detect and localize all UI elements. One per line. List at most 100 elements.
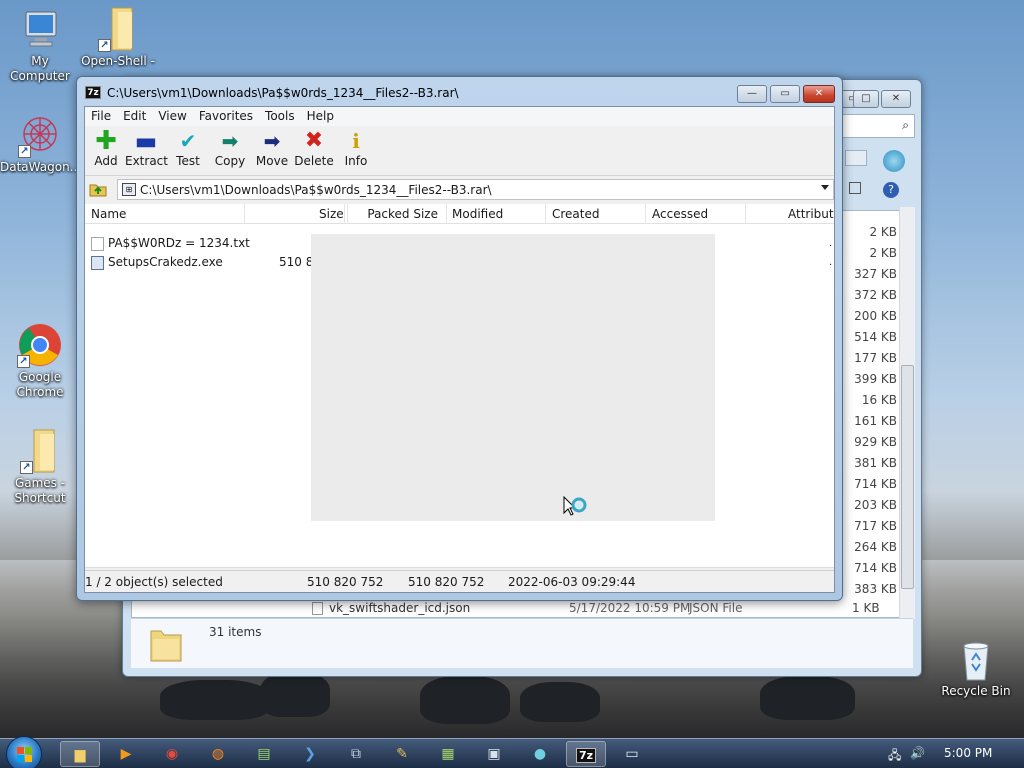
explorer-maximize-button[interactable]: □: [853, 90, 879, 108]
explorer-size-cell: 16 KB: [861, 393, 897, 407]
taskbar-window-switcher[interactable]: ▦: [428, 741, 468, 767]
add-button[interactable]: ✚ Add: [85, 126, 127, 173]
datawagon-icon: ↗: [18, 112, 62, 158]
paint-icon: ✎: [396, 746, 408, 762]
taskbar-powershell[interactable]: ❯: [290, 741, 330, 767]
extract-button[interactable]: ▬ Extract: [125, 129, 168, 173]
info-button[interactable]: i Info: [335, 129, 377, 173]
scrollbar-thumb[interactable]: [901, 365, 914, 589]
wallpaper-rock: [420, 676, 510, 724]
taskbar-media-player[interactable]: ▶: [106, 741, 146, 767]
copy-arrow-icon: ➡: [221, 129, 239, 153]
close-button[interactable]: ✕: [803, 85, 835, 103]
column-header-name[interactable]: Name: [85, 204, 245, 224]
layout-icon[interactable]: [849, 182, 861, 194]
explorer-search-input[interactable]: ⌕: [841, 114, 915, 138]
column-header-attributes[interactable]: Attribute: [782, 204, 834, 224]
menu-edit[interactable]: Edit: [117, 107, 152, 126]
column-header-modified[interactable]: Modified: [446, 204, 546, 224]
recycle-bin-icon: [958, 638, 994, 682]
move-arrow-icon: ➡: [263, 129, 281, 153]
chrome-icon: ◉: [165, 746, 179, 762]
exe-file-icon: [91, 256, 104, 270]
windows-icon: ▦: [441, 746, 455, 762]
selection-size: 510 820 752: [307, 575, 384, 589]
wallpaper-rock: [160, 680, 270, 720]
taskbar-7zip[interactable]: 7z: [566, 741, 606, 767]
copy-label: Copy: [214, 154, 246, 168]
plus-icon: ✚: [95, 126, 117, 156]
preview-pane-icon[interactable]: [845, 150, 867, 166]
desktop-icon-games-shortcut[interactable]: ↗ Games - Shortcut: [0, 428, 80, 506]
system-tray: 🖧 🔊 5:00 PM: [874, 739, 1024, 768]
menu-file[interactable]: File: [85, 107, 117, 126]
media-player-icon: ▶: [120, 746, 132, 762]
volume-icon[interactable]: 🔊: [910, 746, 925, 760]
explorer-close-button[interactable]: ✕: [881, 90, 911, 108]
address-input[interactable]: ⊞ C:\Users\vm1\Downloads\Pa$$w0rds_1234_…: [117, 179, 834, 200]
file-name: SetupsCrakedz.exe: [108, 255, 223, 269]
minimize-button[interactable]: —: [737, 85, 767, 103]
desktop-icon-label: DataWagon...: [0, 160, 82, 174]
up-folder-button[interactable]: [89, 180, 107, 198]
taskbar-notepad[interactable]: ▤: [244, 741, 284, 767]
column-header-packed-size[interactable]: Packed Size: [347, 204, 447, 224]
folder-icon: ▆: [74, 747, 86, 763]
7zip-window[interactable]: 7z C:\Users\vm1\Downloads\Pa$$w0rds_1234…: [76, 76, 843, 601]
copy-button[interactable]: ➡ Copy: [209, 129, 251, 173]
taskbar-window[interactable]: ▭: [612, 741, 652, 767]
taskbar-calculator[interactable]: ▣: [474, 741, 514, 767]
busy-cursor-icon: [563, 495, 593, 526]
menu-tools[interactable]: Tools: [259, 107, 301, 126]
extract-label: Extract: [125, 154, 168, 168]
column-header-accessed[interactable]: Accessed: [646, 204, 746, 224]
explorer-size-cell: 399 KB: [854, 372, 897, 386]
file-size: 1 KB: [852, 601, 880, 615]
add-label: Add: [94, 154, 118, 168]
desktop-icon-datawagon[interactable]: ↗ DataWagon...: [0, 112, 82, 175]
help-icon[interactable]: ?: [883, 182, 899, 198]
menu-bar: File Edit View Favorites Tools Help: [85, 107, 834, 126]
column-header-created[interactable]: Created: [546, 204, 646, 224]
shortcut-arrow-icon: ↗: [18, 145, 31, 158]
menu-favorites[interactable]: Favorites: [193, 107, 259, 126]
explorer-size-cell: 717 KB: [854, 519, 897, 533]
desktop-icon-open-shell[interactable]: ↗ Open-Shell -: [78, 6, 158, 69]
table-row[interactable]: vk_swiftshader_icd.json 5/17/2022 10:59 …: [309, 600, 899, 618]
checkmark-icon: ✔: [179, 129, 197, 153]
wallpaper-rock: [760, 676, 855, 720]
attribute-marker: .: [829, 257, 833, 268]
taskbar-explorer[interactable]: ▆: [60, 741, 100, 767]
chevron-down-icon[interactable]: [821, 185, 829, 190]
explorer-size-cell: 2 KB: [869, 246, 897, 260]
desktop-icon-google-chrome[interactable]: ↗ Google Chrome: [0, 322, 80, 400]
7zip-icon: 7z: [575, 748, 597, 763]
clock[interactable]: 5:00 PM: [944, 746, 992, 760]
archive-icon: ⊞: [122, 183, 136, 196]
desktop-icon-recycle-bin[interactable]: Recycle Bin: [936, 638, 1016, 699]
taskbar-firefox[interactable]: ◍: [198, 741, 238, 767]
desktop-icon-my-computer[interactable]: My Computer: [0, 8, 80, 84]
explorer-size-cell: 264 KB: [854, 540, 897, 554]
desktop-icon-label: Games - Shortcut: [14, 476, 66, 505]
start-button[interactable]: [6, 736, 42, 768]
menu-help[interactable]: Help: [301, 107, 340, 126]
menu-view[interactable]: View: [152, 107, 192, 126]
network-tray-icon[interactable]: 🖧: [888, 746, 901, 767]
explorer-size-cell: 714 KB: [854, 561, 897, 575]
archive-file-list[interactable]: Name Size Packed Size Modified Created A…: [85, 204, 834, 567]
taskbar-chrome[interactable]: ◉: [152, 741, 192, 767]
7zip-titlebar[interactable]: 7z C:\Users\vm1\Downloads\Pa$$w0rds_1234…: [83, 83, 762, 103]
window-title: C:\Users\vm1\Downloads\Pa$$w0rds_1234__F…: [107, 86, 459, 100]
attribute-marker: .: [829, 238, 833, 249]
taskbar-globe-app[interactable]: ●: [520, 741, 560, 767]
taskbar-network[interactable]: ⧉: [336, 741, 376, 767]
move-button[interactable]: ➡ Move: [251, 129, 293, 173]
column-header-size[interactable]: Size: [313, 204, 347, 224]
explorer-vertical-scrollbar[interactable]: [899, 207, 915, 619]
taskbar-paint[interactable]: ✎: [382, 741, 422, 767]
delete-button[interactable]: ✖ Delete: [293, 129, 335, 173]
globe-icon[interactable]: [883, 150, 905, 172]
test-button[interactable]: ✔ Test: [167, 129, 209, 173]
maximize-button[interactable]: ▭: [770, 85, 800, 103]
